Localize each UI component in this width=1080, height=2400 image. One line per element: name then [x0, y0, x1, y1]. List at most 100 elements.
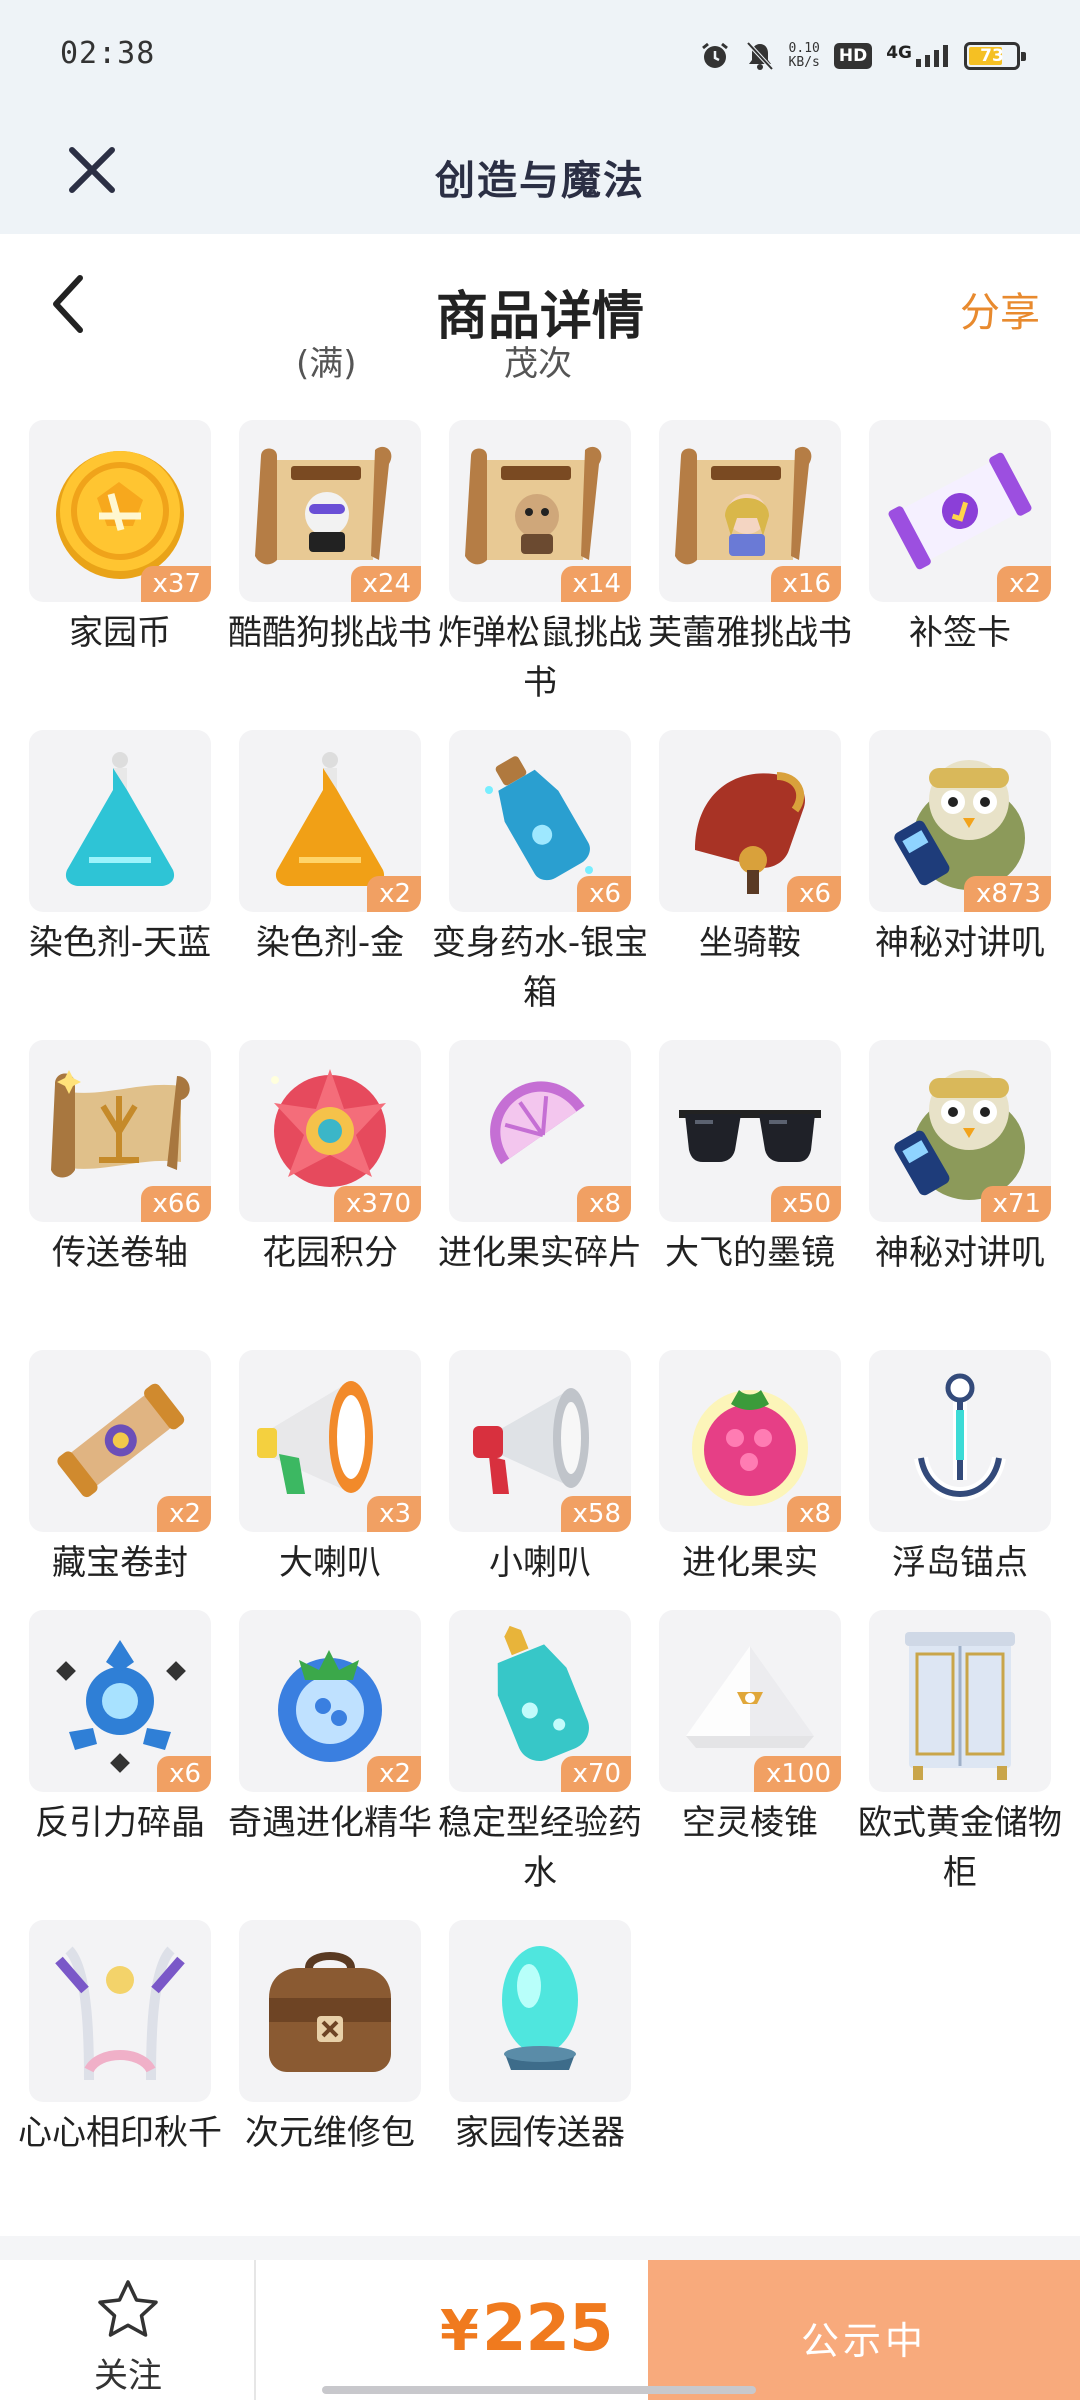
page-title: 商品详情	[435, 287, 644, 347]
quantity-badge: x50	[770, 1186, 841, 1222]
share-button[interactable]: 分享	[960, 280, 1040, 338]
item-tile: x24	[239, 420, 421, 602]
item-tile: x50	[659, 1040, 841, 1222]
status-time: 02:38	[60, 36, 156, 71]
home-indicator[interactable]	[322, 2386, 756, 2394]
scrolled-off-labels: (满) 茂次	[0, 344, 1080, 390]
quantity-badge: x66	[140, 1186, 211, 1222]
quantity-badge: x8	[577, 1186, 631, 1222]
app-bar: 创造与魔法	[0, 112, 1080, 234]
quantity-badge: x14	[560, 566, 631, 602]
item-tile: x66	[29, 1040, 211, 1222]
item-name: 炸弹松鼠挑战书	[438, 613, 642, 703]
quantity-badge: x3	[367, 1496, 421, 1532]
item-tile: x2	[869, 420, 1051, 602]
star-icon	[98, 2280, 158, 2337]
item-name: 空灵棱锥	[682, 1803, 818, 1843]
item-tile: x71	[869, 1040, 1051, 1222]
item-name: 大喇叭	[279, 1543, 381, 1583]
quantity-badge: x2	[997, 566, 1051, 602]
net-speed: 0.10 KB/s	[788, 41, 820, 70]
item-tile	[449, 1920, 631, 2102]
home-teleporter-icon	[502, 1946, 578, 2070]
item-tile: x873	[869, 730, 1051, 912]
item-tile	[29, 730, 211, 912]
quantity-badge: x37	[140, 566, 211, 602]
hd-badge: HD	[833, 43, 873, 69]
item-name: 神秘对讲叽	[875, 923, 1045, 963]
item-tile: x6	[449, 730, 631, 912]
item-name: 小喇叭	[489, 1543, 591, 1583]
cut-label: 茂次	[504, 344, 572, 384]
price: ¥225	[440, 2292, 614, 2366]
item-name: 酷酷狗挑战书	[228, 613, 432, 653]
item-tile	[869, 1350, 1051, 1532]
item-tile: x6	[659, 730, 841, 912]
item-name: 传送卷轴	[52, 1233, 188, 1273]
item-tile: x16	[659, 420, 841, 602]
quantity-badge: x2	[157, 1496, 211, 1532]
item-name: 藏宝卷封	[52, 1543, 188, 1583]
status-button[interactable]: 公示中	[648, 2260, 1080, 2400]
signal-4g-icon: 4G	[886, 45, 950, 67]
item-tile: x14	[449, 420, 631, 602]
item-tile: x8	[659, 1350, 841, 1532]
item-name: 染色剂-天蓝	[28, 923, 212, 963]
item-name: 坐骑鞍	[699, 923, 801, 963]
island-anchor-icon	[914, 1373, 1006, 1502]
wardrobe-icon	[905, 1632, 1015, 1780]
quantity-badge: x16	[770, 566, 841, 602]
item-tile: x6	[29, 1610, 211, 1792]
item-tile	[869, 1610, 1051, 1792]
follow-button[interactable]: 关注	[0, 2260, 256, 2400]
quantity-badge: x8	[787, 1496, 841, 1532]
item-tile: x2	[239, 1610, 421, 1792]
quantity-badge: x70	[560, 1756, 631, 1792]
item-name: 芙蕾雅挑战书	[648, 613, 852, 653]
item-tile: x370	[239, 1040, 421, 1222]
quantity-badge: x6	[157, 1756, 211, 1792]
item-tile: x3	[239, 1350, 421, 1532]
item-tile: x8	[449, 1040, 631, 1222]
alarm-icon	[701, 42, 728, 68]
follow-label: 关注	[94, 2356, 162, 2396]
status-bar: 02:38 0.10 KB/s HD 4G 73	[0, 0, 1080, 112]
section-divider	[0, 2236, 1080, 2260]
item-name: 反引力碎晶	[35, 1803, 205, 1843]
item-tile: x100	[659, 1610, 841, 1792]
item-tile: x58	[449, 1350, 631, 1532]
item-name: 补签卡	[909, 613, 1011, 653]
quantity-badge: x71	[980, 1186, 1051, 1222]
item-tile: x2	[29, 1350, 211, 1532]
item-name: 欧式黄金储物柜	[858, 1803, 1062, 1893]
item-tile	[29, 1920, 211, 2102]
item-name: 进化果实碎片	[438, 1233, 642, 1273]
item-name: 稳定型经验药水	[438, 1803, 642, 1893]
item-name: 心心相印秋千	[18, 2113, 222, 2153]
item-name: 家园传送器	[455, 2113, 625, 2153]
quantity-badge: x370	[333, 1186, 421, 1222]
mute-bell-icon	[746, 41, 774, 71]
battery-icon: 73	[964, 42, 1026, 70]
item-tile: x37	[29, 420, 211, 602]
quantity-badge: x58	[560, 1496, 631, 1532]
swing-icon	[55, 1946, 185, 2081]
item-name: 进化果实	[682, 1543, 818, 1583]
quantity-badge: x6	[577, 876, 631, 912]
cut-label: (满)	[296, 344, 357, 384]
repair-bag-icon	[269, 1952, 391, 2072]
item-name: 花园积分	[262, 1233, 398, 1273]
quantity-badge: x2	[367, 1756, 421, 1792]
quantity-badge: x873	[963, 876, 1051, 912]
item-name: 次元维修包	[245, 2113, 415, 2153]
item-name: 大飞的墨镜	[665, 1233, 835, 1273]
item-tile	[239, 1920, 421, 2102]
bottom-bar: 关注 ¥225 公示中	[0, 2260, 1080, 2400]
item-name: 家园币	[69, 613, 171, 653]
quantity-badge: x100	[753, 1756, 841, 1792]
item-tile: x2	[239, 730, 421, 912]
sky-blue-dye-icon	[65, 752, 175, 886]
item-name: 神秘对讲叽	[875, 1233, 1045, 1273]
item-name: 变身药水-银宝箱	[431, 923, 649, 1013]
quantity-badge: x2	[367, 876, 421, 912]
